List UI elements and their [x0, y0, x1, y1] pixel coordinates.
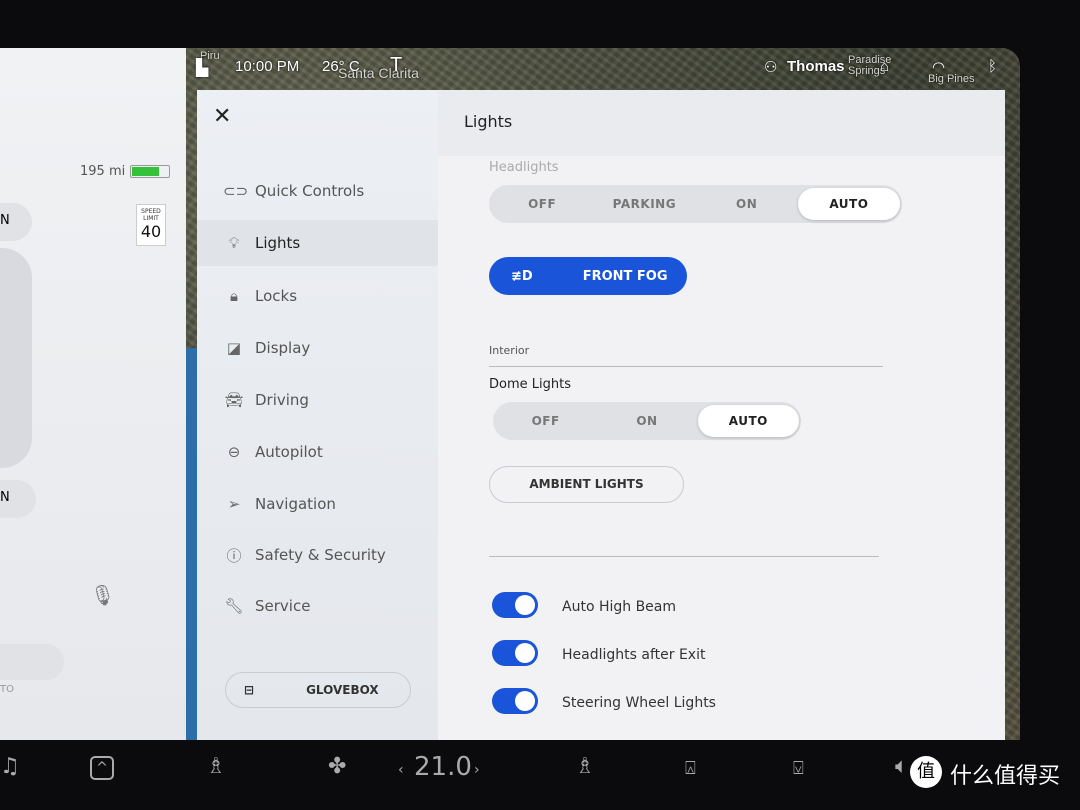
wiper-label: TO: [0, 684, 14, 695]
wrench-icon: 🔧︎: [224, 597, 244, 615]
speed-limit-label: SPEED LIMIT: [141, 208, 161, 222]
nav-label: Driving: [255, 391, 309, 409]
driver-seat-heater-icon[interactable]: ♗: [206, 754, 226, 779]
alert-icon: ⓘ: [226, 546, 242, 565]
nav-driving[interactable]: 🚘︎ Driving: [197, 377, 438, 423]
music-icon[interactable]: ♫: [0, 754, 20, 779]
nav-label: Safety & Security: [255, 546, 386, 564]
user-icon[interactable]: ⚇: [764, 58, 777, 76]
screen: Piru Santa Clarita Paradise Springs Big …: [0, 48, 1020, 740]
nav-autopilot[interactable]: ⊖ Autopilot: [197, 429, 438, 475]
nav-navigation[interactable]: ➢ Navigation: [197, 481, 438, 527]
bulb-icon: 💡︎: [228, 234, 240, 252]
rear-defrost-icon[interactable]: ⍌: [793, 758, 804, 779]
battery-icon: [130, 165, 170, 178]
dome-lights-selector: OFF ON AUTO: [493, 402, 801, 440]
speed-limit-value: 40: [140, 222, 162, 241]
divider: [489, 556, 879, 557]
headlights-off[interactable]: OFF: [491, 188, 593, 220]
nav-display[interactable]: ◪ Display: [197, 325, 438, 371]
navigation-icon: ➢: [227, 495, 241, 513]
glovebox-icon: ⊟: [244, 683, 255, 697]
wifi-icon: ◠: [932, 59, 946, 76]
headlights-auto[interactable]: AUTO: [797, 188, 900, 220]
outside-temperature: 26° C: [322, 58, 360, 75]
user-name[interactable]: Thomas: [787, 58, 845, 75]
nav-label: Lights: [255, 234, 301, 252]
volume-icon[interactable]: 🔈︎: [895, 754, 908, 779]
homelink-icon[interactable]: ⌂: [880, 58, 889, 75]
fog-light-icon: ≢D: [511, 268, 533, 284]
bottom-bar: ♫ ^ ♗ ✤ ‹ 21.0 › ♗ ⍓ ⍌ 🔈︎ 值 什么值得买: [0, 740, 1080, 810]
phone-icon[interactable]: ▙: [196, 58, 208, 78]
nav-safety-security[interactable]: ⓘ Safety & Security: [197, 532, 438, 578]
watermark-logo-icon: 值: [910, 756, 942, 788]
front-defrost-icon[interactable]: ⍓: [685, 758, 696, 779]
bluetooth-icon[interactable]: ᛒ: [988, 58, 997, 75]
map-label-paradise-springs: Paradise Springs: [848, 54, 892, 77]
app-launcher-icon[interactable]: ^: [90, 756, 114, 780]
nav-label: Locks: [255, 287, 298, 305]
car-panel: 195 mi SPEED LIMIT 40 N N 🎙 TO: [0, 48, 186, 740]
nav-locks[interactable]: 🔒︎ Locks: [197, 273, 438, 319]
divider: [489, 366, 883, 367]
headlights-selector: OFF PARKING ON AUTO: [489, 185, 902, 223]
nav-label: Quick Controls: [255, 182, 365, 200]
toggle-icon: ⊂⊃: [223, 182, 249, 200]
settings-modal: ✕ ⊂⊃ Quick Controls 💡︎ Lights 🔒︎ Locks ◪ Dis…: [197, 90, 1005, 740]
close-icon[interactable]: ✕: [213, 104, 231, 129]
glovebox-button[interactable]: ⊟ GLOVEBOX: [225, 672, 411, 708]
frunk-label: N: [0, 213, 10, 228]
headlights-label: Headlights: [489, 160, 559, 175]
nav-label: Autopilot: [255, 443, 323, 461]
page-title: Lights: [438, 90, 1005, 156]
headlights-after-exit-toggle[interactable]: [492, 640, 538, 666]
lock-icon: 🔒︎: [230, 287, 238, 305]
steering-wheel-lights-label: Steering Wheel Lights: [562, 695, 716, 711]
car-icon: 🚘︎: [224, 391, 244, 409]
nav-lights[interactable]: 💡︎ Lights: [197, 220, 438, 266]
dome-off[interactable]: OFF: [495, 405, 596, 437]
nav-label: Service: [255, 597, 311, 615]
range: 195 mi: [80, 164, 126, 179]
temp-down-icon[interactable]: ‹: [398, 762, 404, 778]
headlights-on[interactable]: ON: [696, 188, 798, 220]
front-fog-button[interactable]: ≢D FRONT FOG: [489, 257, 687, 295]
steering-wheel-lights-toggle[interactable]: [492, 688, 538, 714]
headlights-after-exit-label: Headlights after Exit: [562, 647, 706, 663]
nav-label: Navigation: [255, 495, 336, 513]
watermark: 什么值得买: [950, 764, 1061, 789]
auto-high-beam-toggle[interactable]: [492, 592, 538, 618]
display-icon: ◪: [226, 339, 242, 357]
dome-on[interactable]: ON: [596, 405, 697, 437]
clock: 10:00 PM: [235, 58, 300, 75]
glovebox-label: GLOVEBOX: [306, 683, 379, 697]
tesla-logo-icon[interactable]: T: [390, 54, 402, 77]
interior-label: Interior: [489, 344, 530, 357]
frunk-button[interactable]: N: [0, 203, 32, 241]
dome-lights-label: Dome Lights: [489, 377, 571, 392]
cabin-temperature: 21.0: [414, 752, 472, 782]
fan-icon[interactable]: ✤: [328, 754, 346, 779]
steering-wheel-icon: ⊖: [227, 443, 241, 461]
ambient-lights-button[interactable]: AMBIENT LIGHTS: [489, 466, 684, 503]
lights-content: Lights Headlights OFF PARKING ON AUTO ≢D…: [438, 90, 1005, 740]
car-image: [0, 248, 32, 468]
nav-service[interactable]: 🔧︎ Service: [197, 583, 438, 629]
headlights-parking[interactable]: PARKING: [593, 188, 695, 220]
auto-high-beam-label: Auto High Beam: [562, 599, 677, 615]
microphone-icon[interactable]: 🎙: [90, 583, 115, 607]
settings-sidebar: ✕ ⊂⊃ Quick Controls 💡︎ Lights 🔒︎ Locks ◪ Dis…: [197, 90, 438, 740]
wiper-button[interactable]: [0, 644, 64, 680]
speed-limit-sign: SPEED LIMIT 40: [136, 204, 166, 246]
temp-up-icon[interactable]: ›: [474, 762, 480, 778]
trunk-button[interactable]: N: [0, 480, 36, 518]
nav-quick-controls[interactable]: ⊂⊃ Quick Controls: [197, 168, 438, 214]
front-fog-label: FRONT FOG: [582, 268, 668, 284]
nav-label: Display: [255, 339, 311, 357]
dome-auto[interactable]: AUTO: [697, 405, 799, 437]
passenger-seat-heater-icon[interactable]: ♗: [575, 754, 595, 779]
trunk-label: N: [0, 490, 10, 505]
